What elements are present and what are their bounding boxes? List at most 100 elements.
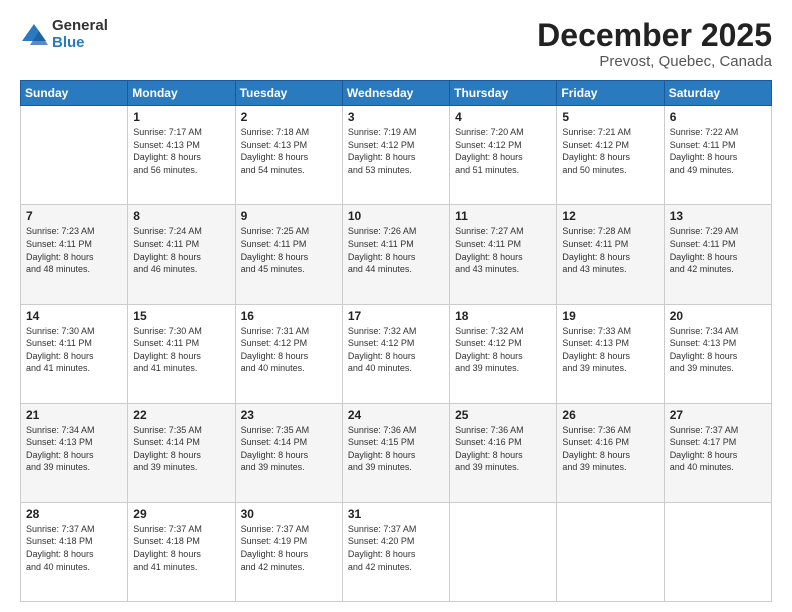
calendar-cell: 4 Sunrise: 7:20 AM Sunset: 4:12 PM Daylig…	[450, 106, 557, 205]
calendar-cell: 9 Sunrise: 7:25 AM Sunset: 4:11 PM Daylig…	[235, 205, 342, 304]
day-info: Sunrise: 7:22 AM Sunset: 4:11 PM Dayligh…	[670, 126, 766, 176]
header: General Blue December 2025 Prevost, Queb…	[20, 18, 772, 70]
calendar-cell: 1 Sunrise: 7:17 AM Sunset: 4:13 PM Daylig…	[128, 106, 235, 205]
day-info: Sunrise: 7:32 AM Sunset: 4:12 PM Dayligh…	[348, 325, 444, 375]
day-number: 8	[133, 209, 229, 223]
day-number: 5	[562, 110, 658, 124]
day-number: 1	[133, 110, 229, 124]
calendar-cell: 13 Sunrise: 7:29 AM Sunset: 4:11 PM Dayli…	[664, 205, 771, 304]
logo-text: General Blue	[52, 18, 108, 51]
calendar-cell: 17Sunrise: 7:32 AM Sunset: 4:12 PM Dayli…	[342, 304, 449, 403]
day-number: 11	[455, 209, 551, 223]
day-info: Sunrise: 7:37 AM Sunset: 4:17 PM Dayligh…	[670, 424, 766, 474]
day-info: Sunrise: 7:36 AM Sunset: 4:15 PM Dayligh…	[348, 424, 444, 474]
day-number: 9	[241, 209, 337, 223]
weekday-header-friday: Friday	[557, 81, 664, 106]
day-info: Sunrise: 7:28 AM Sunset: 4:11 PM Dayligh…	[562, 225, 658, 275]
calendar-cell: 7Sunrise: 7:23 AM Sunset: 4:11 PM Daylig…	[21, 205, 128, 304]
calendar-cell	[450, 502, 557, 601]
day-number: 24	[348, 408, 444, 422]
calendar-cell: 12 Sunrise: 7:28 AM Sunset: 4:11 PM Dayli…	[557, 205, 664, 304]
weekday-header-saturday: Saturday	[664, 81, 771, 106]
day-info: Sunrise: 7:37 AM Sunset: 4:20 PM Dayligh…	[348, 523, 444, 573]
day-number: 18	[455, 309, 551, 323]
calendar-cell: 31Sunrise: 7:37 AM Sunset: 4:20 PM Dayli…	[342, 502, 449, 601]
week-row-0: 1 Sunrise: 7:17 AM Sunset: 4:13 PM Daylig…	[21, 106, 772, 205]
day-info: Sunrise: 7:26 AM Sunset: 4:11 PM Dayligh…	[348, 225, 444, 275]
day-number: 22	[133, 408, 229, 422]
calendar-cell	[557, 502, 664, 601]
day-number: 13	[670, 209, 766, 223]
day-number: 14	[26, 309, 122, 323]
calendar-cell	[21, 106, 128, 205]
calendar-cell: 5 Sunrise: 7:21 AM Sunset: 4:12 PM Daylig…	[557, 106, 664, 205]
weekday-header-monday: Monday	[128, 81, 235, 106]
day-number: 4	[455, 110, 551, 124]
day-info: Sunrise: 7:17 AM Sunset: 4:13 PM Dayligh…	[133, 126, 229, 176]
day-info: Sunrise: 7:34 AM Sunset: 4:13 PM Dayligh…	[26, 424, 122, 474]
day-info: Sunrise: 7:33 AM Sunset: 4:13 PM Dayligh…	[562, 325, 658, 375]
calendar-cell: 29Sunrise: 7:37 AM Sunset: 4:18 PM Dayli…	[128, 502, 235, 601]
day-number: 21	[26, 408, 122, 422]
calendar-cell: 10 Sunrise: 7:26 AM Sunset: 4:11 PM Dayli…	[342, 205, 449, 304]
day-number: 19	[562, 309, 658, 323]
day-number: 6	[670, 110, 766, 124]
day-info: Sunrise: 7:35 AM Sunset: 4:14 PM Dayligh…	[133, 424, 229, 474]
weekday-header-wednesday: Wednesday	[342, 81, 449, 106]
day-info: Sunrise: 7:25 AM Sunset: 4:11 PM Dayligh…	[241, 225, 337, 275]
location: Prevost, Quebec, Canada	[537, 53, 772, 70]
calendar-cell: 16Sunrise: 7:31 AM Sunset: 4:12 PM Dayli…	[235, 304, 342, 403]
month-title: December 2025	[537, 18, 772, 53]
day-info: Sunrise: 7:32 AM Sunset: 4:12 PM Dayligh…	[455, 325, 551, 375]
calendar-cell: 3 Sunrise: 7:19 AM Sunset: 4:12 PM Daylig…	[342, 106, 449, 205]
calendar: SundayMondayTuesdayWednesdayThursdayFrid…	[20, 80, 772, 602]
logo-icon	[20, 21, 48, 49]
calendar-cell: 15Sunrise: 7:30 AM Sunset: 4:11 PM Dayli…	[128, 304, 235, 403]
calendar-cell: 27Sunrise: 7:37 AM Sunset: 4:17 PM Dayli…	[664, 403, 771, 502]
day-number: 26	[562, 408, 658, 422]
logo-blue: Blue	[52, 35, 108, 52]
day-info: Sunrise: 7:37 AM Sunset: 4:18 PM Dayligh…	[26, 523, 122, 573]
calendar-cell: 18 Sunrise: 7:32 AM Sunset: 4:12 PM Dayli…	[450, 304, 557, 403]
weekday-header-thursday: Thursday	[450, 81, 557, 106]
day-info: Sunrise: 7:37 AM Sunset: 4:18 PM Dayligh…	[133, 523, 229, 573]
day-info: Sunrise: 7:36 AM Sunset: 4:16 PM Dayligh…	[455, 424, 551, 474]
day-number: 12	[562, 209, 658, 223]
day-info: Sunrise: 7:35 AM Sunset: 4:14 PM Dayligh…	[241, 424, 337, 474]
calendar-cell: 8 Sunrise: 7:24 AM Sunset: 4:11 PM Daylig…	[128, 205, 235, 304]
day-info: Sunrise: 7:36 AM Sunset: 4:16 PM Dayligh…	[562, 424, 658, 474]
page: General Blue December 2025 Prevost, Queb…	[0, 0, 792, 612]
title-block: December 2025 Prevost, Quebec, Canada	[537, 18, 772, 70]
week-row-1: 7Sunrise: 7:23 AM Sunset: 4:11 PM Daylig…	[21, 205, 772, 304]
day-info: Sunrise: 7:21 AM Sunset: 4:12 PM Dayligh…	[562, 126, 658, 176]
day-info: Sunrise: 7:37 AM Sunset: 4:19 PM Dayligh…	[241, 523, 337, 573]
day-number: 25	[455, 408, 551, 422]
calendar-cell: 20 Sunrise: 7:34 AM Sunset: 4:13 PM Dayli…	[664, 304, 771, 403]
logo-general: General	[52, 18, 108, 35]
day-info: Sunrise: 7:31 AM Sunset: 4:12 PM Dayligh…	[241, 325, 337, 375]
day-info: Sunrise: 7:19 AM Sunset: 4:12 PM Dayligh…	[348, 126, 444, 176]
calendar-cell: 23Sunrise: 7:35 AM Sunset: 4:14 PM Dayli…	[235, 403, 342, 502]
day-number: 7	[26, 209, 122, 223]
calendar-cell: 28 Sunrise: 7:37 AM Sunset: 4:18 PM Dayli…	[21, 502, 128, 601]
day-number: 3	[348, 110, 444, 124]
calendar-cell: 6 Sunrise: 7:22 AM Sunset: 4:11 PM Daylig…	[664, 106, 771, 205]
day-number: 10	[348, 209, 444, 223]
day-info: Sunrise: 7:34 AM Sunset: 4:13 PM Dayligh…	[670, 325, 766, 375]
calendar-cell: 19 Sunrise: 7:33 AM Sunset: 4:13 PM Dayli…	[557, 304, 664, 403]
weekday-header-row: SundayMondayTuesdayWednesdayThursdayFrid…	[21, 81, 772, 106]
week-row-3: 21 Sunrise: 7:34 AM Sunset: 4:13 PM Dayli…	[21, 403, 772, 502]
day-info: Sunrise: 7:20 AM Sunset: 4:12 PM Dayligh…	[455, 126, 551, 176]
day-number: 2	[241, 110, 337, 124]
calendar-cell: 11 Sunrise: 7:27 AM Sunset: 4:11 PM Dayli…	[450, 205, 557, 304]
day-number: 28	[26, 507, 122, 521]
day-info: Sunrise: 7:29 AM Sunset: 4:11 PM Dayligh…	[670, 225, 766, 275]
day-info: Sunrise: 7:27 AM Sunset: 4:11 PM Dayligh…	[455, 225, 551, 275]
day-number: 30	[241, 507, 337, 521]
day-info: Sunrise: 7:24 AM Sunset: 4:11 PM Dayligh…	[133, 225, 229, 275]
day-number: 20	[670, 309, 766, 323]
calendar-cell: 24 Sunrise: 7:36 AM Sunset: 4:15 PM Dayli…	[342, 403, 449, 502]
day-info: Sunrise: 7:30 AM Sunset: 4:11 PM Dayligh…	[133, 325, 229, 375]
week-row-4: 28 Sunrise: 7:37 AM Sunset: 4:18 PM Dayli…	[21, 502, 772, 601]
calendar-cell: 2Sunrise: 7:18 AM Sunset: 4:13 PM Daylig…	[235, 106, 342, 205]
